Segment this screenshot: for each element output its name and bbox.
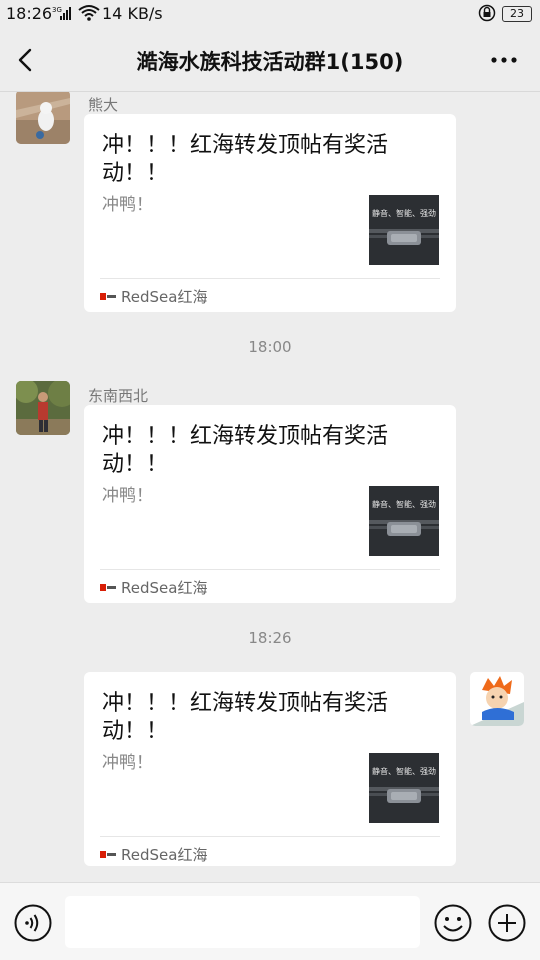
sender-name: 东南西北 xyxy=(88,387,149,405)
redsea-logo-icon xyxy=(100,293,116,300)
card-divider xyxy=(100,278,440,279)
nav-bar: 澔海水族科技活动群1(150) xyxy=(0,28,540,92)
voice-icon[interactable] xyxy=(13,903,53,943)
sender-name: 熊大 xyxy=(88,96,119,114)
avatar-dongnanxibei[interactable] xyxy=(16,381,70,435)
avatar-xiongda[interactable] xyxy=(16,92,70,144)
card-description: 冲鸭！ xyxy=(102,753,153,773)
input-bar xyxy=(0,882,540,960)
timestamp: 18:26 xyxy=(248,629,292,647)
card-source: RedSea红海 xyxy=(100,844,207,864)
card-thumbnail: 静音、智能、强劲 xyxy=(369,753,439,823)
link-card[interactable]: 冲！！！红海转发顶帖有奖活动！！ 冲鸭！ 静音、智能、强劲 RedSea红海 xyxy=(84,672,456,866)
card-thumbnail: 静音、智能、强劲 xyxy=(369,486,439,556)
source-name: RedSea红海 xyxy=(121,288,208,306)
source-name: RedSea红海 xyxy=(121,579,208,597)
lock-icon xyxy=(478,4,496,22)
link-card[interactable]: 冲！！！红海转发顶帖有奖活动！！ 冲鸭！ 静音、智能、强劲 RedSea红海 xyxy=(84,405,456,603)
card-description: 冲鸭！ xyxy=(102,486,153,506)
redsea-logo-icon xyxy=(100,584,116,591)
card-source: RedSea红海 xyxy=(100,577,207,597)
more-dots-icon[interactable] xyxy=(488,44,520,76)
card-thumbnail: 静音、智能、强劲 xyxy=(369,195,439,265)
redsea-logo-icon xyxy=(100,851,116,858)
timestamp: 18:00 xyxy=(248,338,292,356)
signal-icon: 3G xyxy=(52,6,71,20)
card-description: 冲鸭！ xyxy=(102,195,153,215)
chat-area[interactable]: 熊大 冲！！！红海转发顶帖有奖活动！！ 冲鸭！ 静音、智能、强劲 RedSea红… xyxy=(0,92,540,882)
card-title: 冲！！！红海转发顶帖有奖活动！！ xyxy=(102,424,389,477)
link-card[interactable]: 冲！！！红海转发顶帖有奖活动！！ 冲鸭！ 静音、智能、强劲 RedSea红海 xyxy=(84,114,456,312)
card-divider xyxy=(100,569,440,570)
back-arrow-icon[interactable] xyxy=(10,44,42,76)
card-title: 冲！！！红海转发顶帖有奖活动！！ xyxy=(102,133,389,186)
avatar-self[interactable] xyxy=(470,672,524,726)
battery-icon: 23 xyxy=(502,6,532,22)
message-input[interactable] xyxy=(65,896,420,948)
source-name: RedSea红海 xyxy=(121,846,208,864)
svg-text:3G: 3G xyxy=(52,6,62,14)
emoji-icon[interactable] xyxy=(433,903,473,943)
status-bar: 18:26 3G 14 KB/s 23 xyxy=(0,0,540,28)
card-divider xyxy=(100,836,440,837)
status-time: 18:26 xyxy=(6,4,53,23)
chat-title: 澔海水族科技活动群1(150) xyxy=(136,50,404,74)
plus-icon[interactable] xyxy=(487,903,527,943)
card-title: 冲！！！红海转发顶帖有奖活动！！ xyxy=(102,691,389,744)
wifi-icon xyxy=(78,5,100,21)
network-speed: 14 KB/s xyxy=(102,4,163,23)
card-source: RedSea红海 xyxy=(100,286,207,306)
